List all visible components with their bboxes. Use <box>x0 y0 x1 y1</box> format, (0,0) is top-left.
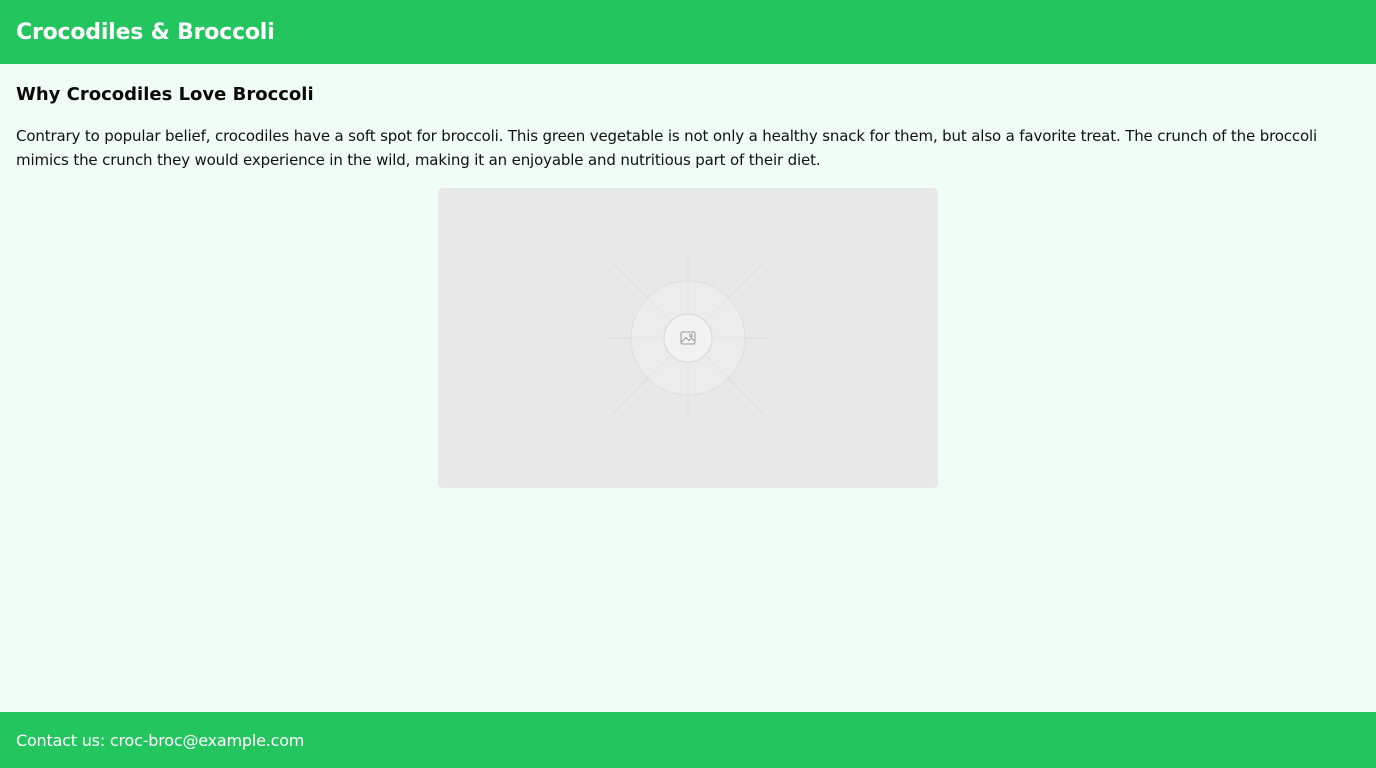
site-title: Crocodiles & Broccoli <box>16 19 275 45</box>
main-content: Why Crocodiles Love Broccoli Contrary to… <box>16 64 1360 488</box>
image-placeholder <box>438 188 938 488</box>
page: Crocodiles & Broccoli Why Crocodiles Lov… <box>0 0 1376 768</box>
site-header: Crocodiles & Broccoli <box>0 0 1376 64</box>
article-heading: Why Crocodiles Love Broccoli <box>16 84 314 105</box>
article-body: Contrary to popular belief, crocodiles h… <box>16 127 1318 169</box>
contact-email-text: Contact us: croc-broc@example.com <box>16 730 305 750</box>
site-footer: Contact us: croc-broc@example.com <box>0 712 1376 768</box>
image-placeholder-graphic <box>608 258 768 418</box>
